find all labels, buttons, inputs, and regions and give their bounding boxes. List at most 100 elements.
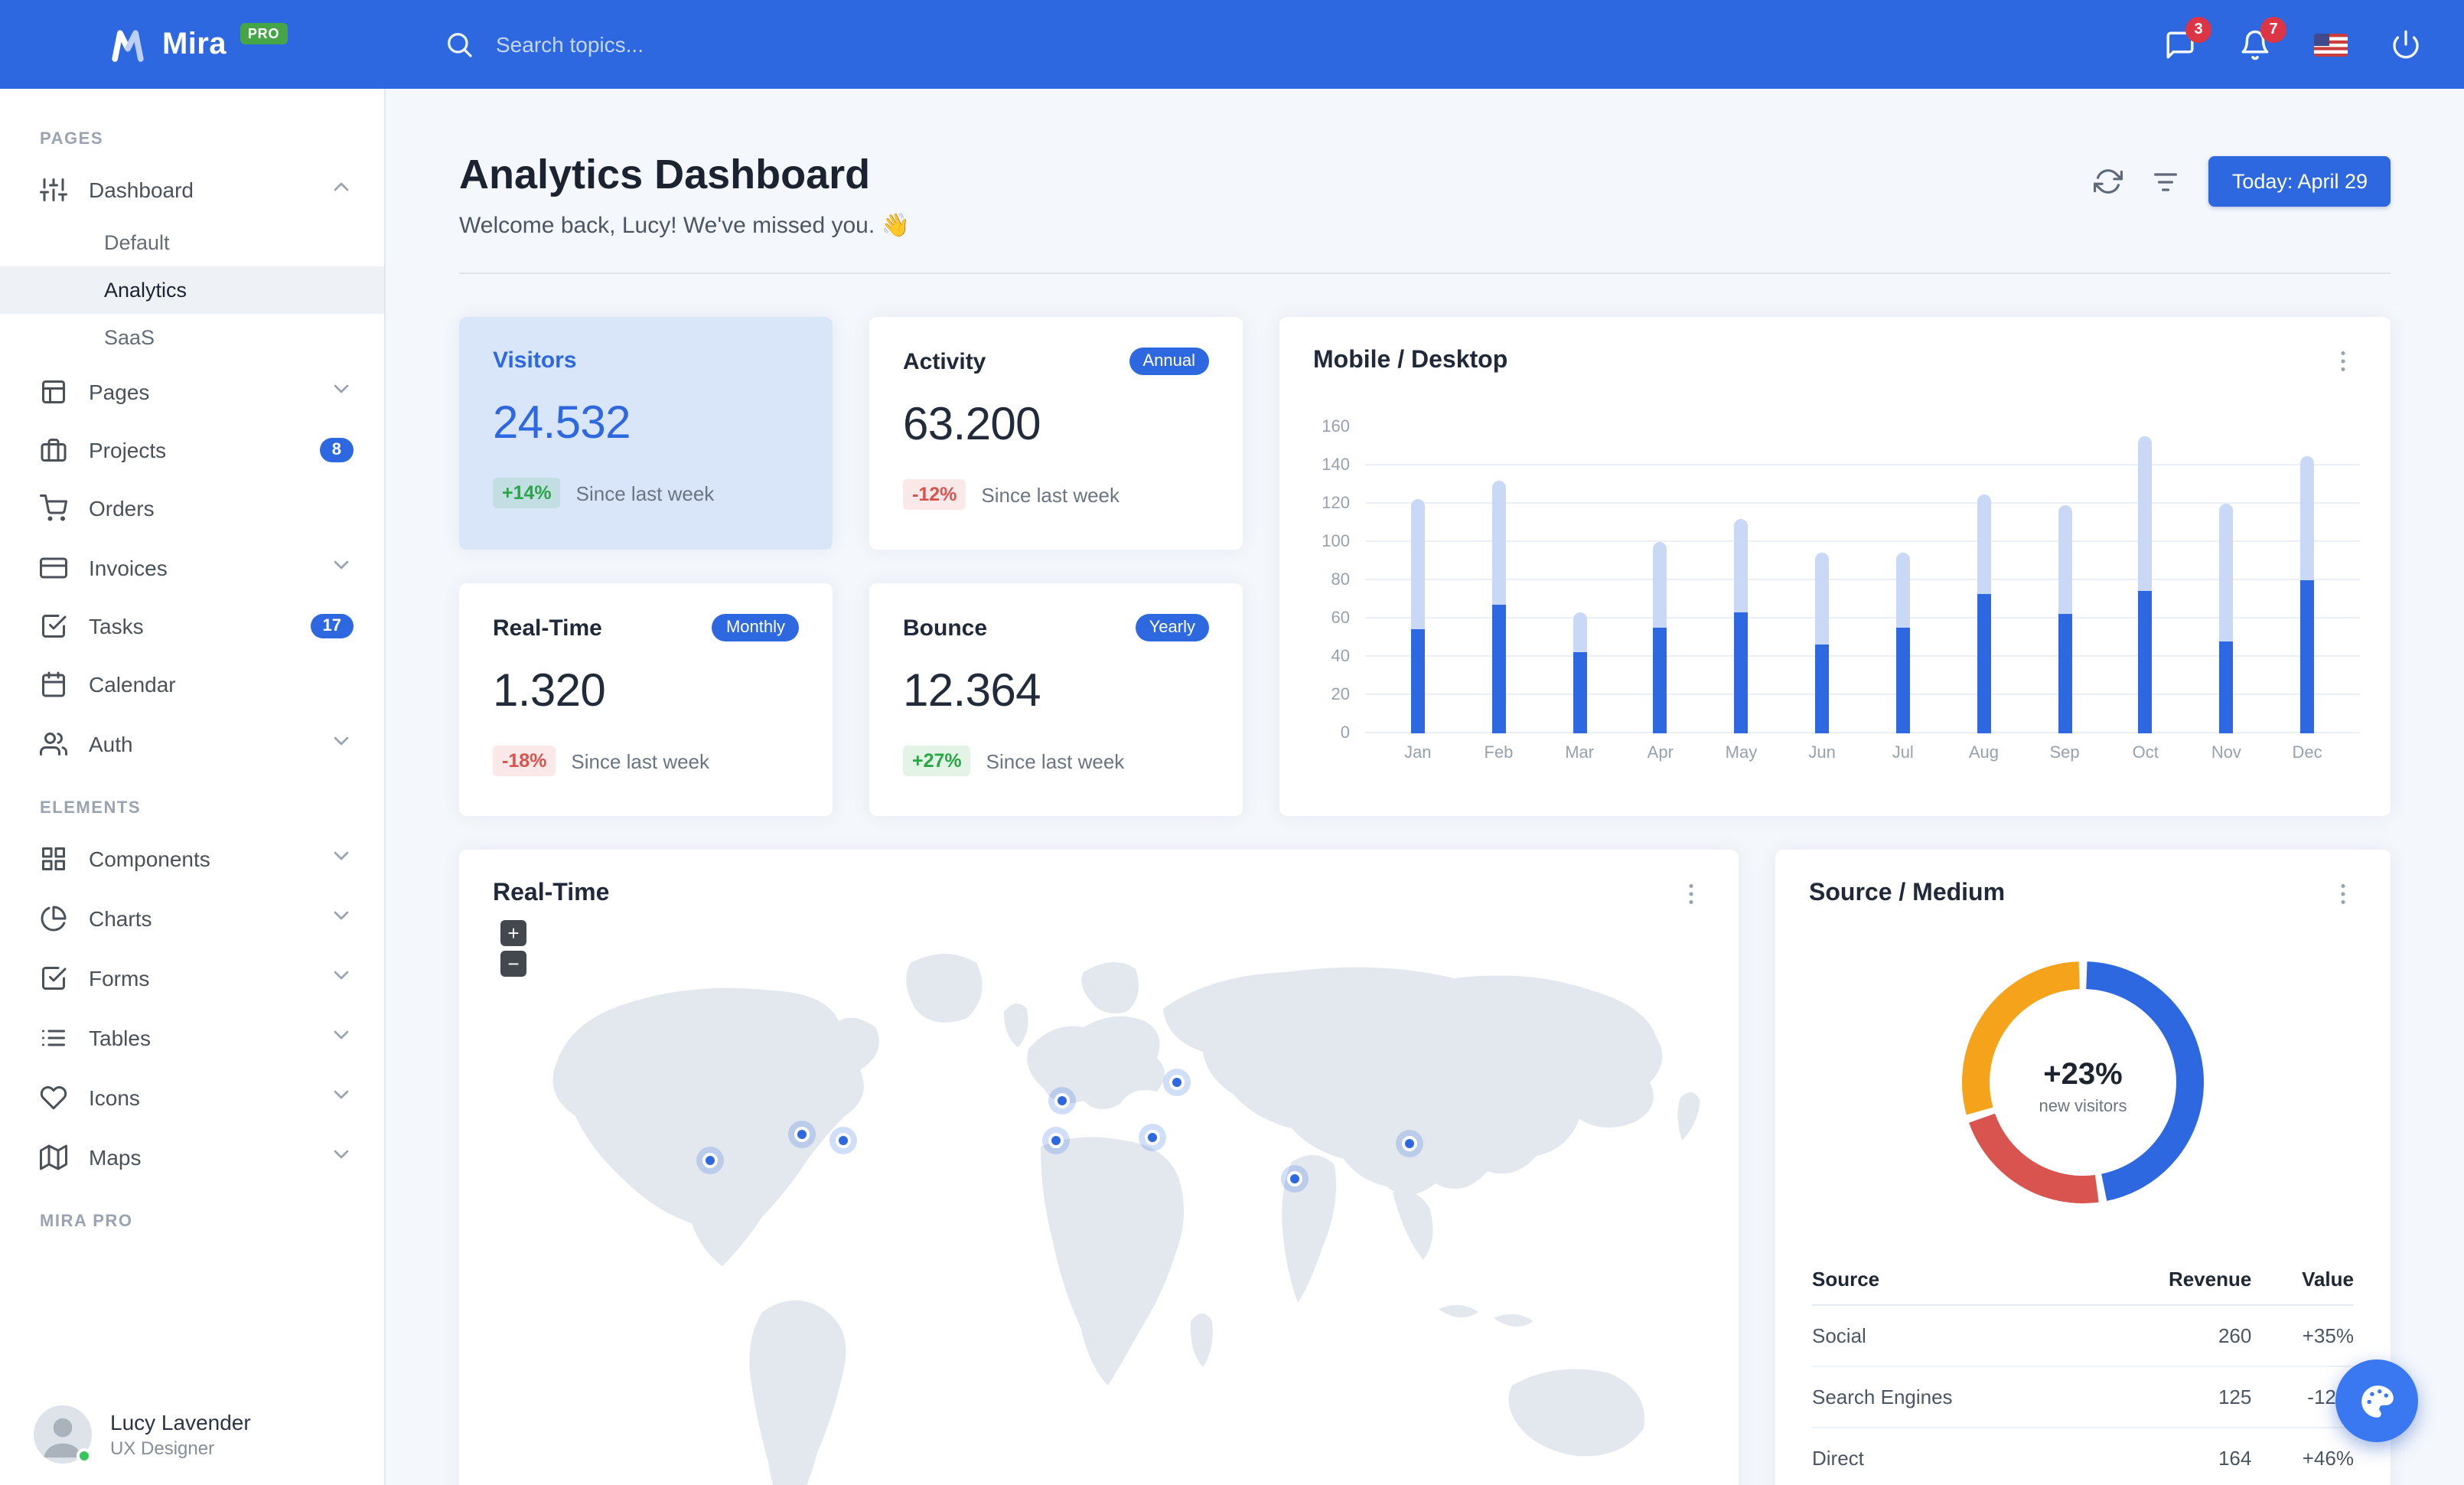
sidebar-item-tasks[interactable]: Tasks 17: [0, 597, 384, 655]
messages-button[interactable]: 3: [2164, 16, 2211, 60]
sidebar-item-orders[interactable]: Orders: [0, 479, 384, 537]
chevron-down-icon: [329, 1142, 354, 1171]
stat-note: Since last week: [986, 749, 1125, 772]
map-marker[interactable]: [794, 1127, 810, 1142]
theme-settings-fab[interactable]: [2335, 1359, 2418, 1442]
sidebar-item-maps[interactable]: Maps: [0, 1127, 384, 1186]
stat-note: Since last week: [571, 749, 710, 772]
brand[interactable]: Mira PRO: [0, 23, 386, 65]
language-flag-button[interactable]: [2314, 33, 2348, 56]
x-tick-label: Jun: [1808, 744, 1836, 762]
sidebar-count-badge: 17: [310, 614, 354, 638]
sign-out-button[interactable]: [2391, 29, 2421, 60]
cell-source: Direct: [1812, 1428, 2089, 1485]
world-map-graphic: [552, 954, 1700, 1485]
map-marker[interactable]: [1287, 1171, 1302, 1186]
chevron-down-icon: [329, 553, 354, 582]
check-square-icon: [42, 615, 67, 638]
calendar-icon: [42, 671, 65, 697]
x-tick-label: Nov: [2211, 744, 2241, 762]
stat-title: Bounce: [903, 615, 988, 641]
bar-sep: Sep: [2024, 427, 2105, 762]
sidebar-item-charts[interactable]: Charts: [0, 888, 384, 948]
bar-jul: Jul: [1863, 427, 1944, 762]
map-marker[interactable]: [1402, 1136, 1417, 1151]
filter-button[interactable]: [2151, 166, 2182, 197]
search-icon[interactable]: [444, 29, 474, 60]
page-header: Analytics Dashboard Welcome back, Lucy! …: [459, 135, 2391, 239]
x-tick-label: May: [1725, 744, 1758, 762]
table-header-revenue: Revenue: [2088, 1252, 2252, 1306]
chevron-up-icon: [329, 175, 354, 204]
chevron-down-icon: [334, 736, 349, 746]
map-marker[interactable]: [702, 1153, 718, 1168]
chevron-down-icon: [329, 1082, 354, 1111]
date-range-button[interactable]: Today: April 29: [2208, 156, 2391, 207]
sidebar-item-icons[interactable]: Icons: [0, 1067, 384, 1127]
chevron-down-icon: [334, 851, 349, 860]
us-flag-icon: [2314, 33, 2348, 56]
sidebar-item-auth[interactable]: Auth: [0, 713, 384, 773]
world-map[interactable]: + −: [459, 917, 1739, 1485]
stats-grid: Mobile / Desktop 160 140 120 100 80 60 40 20 0 Ja…: [459, 317, 2391, 816]
sidebar-item-calendar[interactable]: Calendar: [0, 655, 384, 713]
card-title: Real-Time: [493, 880, 610, 906]
more-menu-button[interactable]: [1677, 880, 1705, 908]
credit-card-icon: [40, 556, 67, 578]
sidebar-subitem-saas[interactable]: SaaS: [0, 314, 384, 361]
sidebar-user[interactable]: Lucy Lavender UX Designer: [0, 1384, 384, 1485]
brand-name: Mira: [162, 27, 227, 60]
sidebar-item-pages[interactable]: Pages: [0, 361, 384, 421]
map-zoom-in-button[interactable]: +: [500, 920, 526, 946]
header-actions: Today: April 29: [2094, 156, 2391, 207]
notifications-button[interactable]: 7: [2239, 16, 2286, 60]
source-medium-card: Source / Medium +23% new visitors Source…: [1775, 850, 2391, 1485]
sidebar-item-components[interactable]: Components: [0, 828, 384, 888]
card-title: Source / Medium: [1809, 880, 2006, 906]
map-icon: [40, 1144, 67, 1170]
source-table: Source Revenue Value Social 260 +35% Search E…: [1812, 1252, 2354, 1485]
sidebar-item-tables[interactable]: Tables: [0, 1007, 384, 1067]
chevron-down-icon: [334, 911, 349, 920]
more-vertical-icon: [1689, 883, 1693, 905]
map-zoom-out-button[interactable]: −: [500, 951, 526, 977]
sidebar-item-dashboard[interactable]: Dashboard: [0, 159, 384, 219]
sidebar-section-label: ELEMENTS: [40, 799, 142, 818]
map-marker[interactable]: [1054, 1093, 1070, 1108]
grid-icon: [42, 847, 65, 870]
more-menu-button[interactable]: [2329, 880, 2357, 908]
sidebar-subitem-analytics[interactable]: Analytics: [0, 266, 384, 314]
x-tick-label: Jan: [1404, 744, 1432, 762]
table-header-source: Source: [1812, 1252, 2089, 1306]
donut-chart: +23% new visitors: [1945, 945, 2221, 1228]
refresh-button[interactable]: [2094, 167, 2123, 196]
search-input[interactable]: [493, 31, 845, 58]
map-marker[interactable]: [1169, 1075, 1185, 1090]
stat-period-badge: Annual: [1129, 348, 1209, 375]
stat-title: Visitors: [493, 348, 577, 374]
x-tick-label: Apr: [1647, 744, 1674, 762]
table-row: Search Engines 125 -12%: [1812, 1366, 2354, 1428]
mira-logo-icon: [112, 29, 144, 61]
table-row: Social 260 +35%: [1812, 1305, 2354, 1367]
chevron-down-icon: [334, 1150, 349, 1159]
stat-change-badge: -18%: [493, 746, 556, 776]
map-marker[interactable]: [1145, 1130, 1160, 1145]
top-navbar: Mira PRO 3 7: [0, 0, 2464, 89]
donut-center-value: +23%: [2043, 1057, 2123, 1091]
sidebar-item-forms[interactable]: Forms: [0, 948, 384, 1007]
cell-source: Search Engines: [1812, 1366, 2089, 1428]
sidebar-item-invoices[interactable]: Invoices: [0, 537, 384, 597]
page-title: Analytics Dashboard: [459, 152, 871, 197]
sidebar-item-label: Orders: [89, 496, 155, 521]
map-marker[interactable]: [1048, 1133, 1064, 1148]
sidebar-item-projects[interactable]: Projects 8: [0, 421, 384, 479]
sidebar-item-label: Components: [89, 846, 210, 870]
more-menu-button[interactable]: [2329, 348, 2357, 375]
more-vertical-icon: [2341, 883, 2345, 905]
sidebar-item-label: Tasks: [89, 614, 144, 638]
map-marker[interactable]: [836, 1133, 851, 1148]
stat-change-badge: +27%: [903, 746, 971, 776]
sidebar-subitem-default[interactable]: Default: [0, 219, 384, 266]
page-subtitle: Welcome back, Lucy! We've missed you. 👋: [459, 213, 910, 239]
